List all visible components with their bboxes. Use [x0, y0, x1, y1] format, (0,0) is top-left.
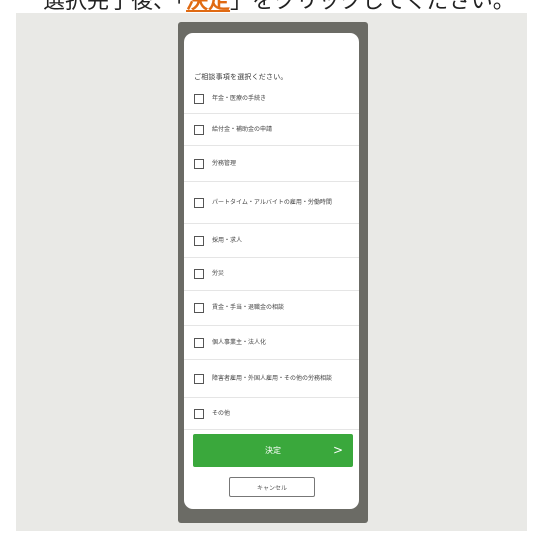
option-label: 労務管理 — [212, 159, 237, 167]
instruction-after: 」をクリックしてください。 — [230, 0, 515, 14]
checkbox[interactable] — [194, 373, 204, 384]
option-item-3[interactable]: 労務管理 — [184, 146, 359, 182]
checkbox[interactable] — [194, 197, 204, 208]
checkbox[interactable] — [194, 269, 204, 279]
checkbox[interactable] — [194, 337, 204, 348]
options-list: 年金・医療の手続き 給付金・補助金の申請 労務管理 パートタイム・アルバイトの雇… — [184, 85, 359, 430]
option-label: その他 — [212, 409, 231, 417]
checkbox[interactable] — [194, 235, 204, 246]
instruction-highlight: 決定 — [186, 0, 231, 14]
cancel-button[interactable]: キャンセル — [229, 477, 315, 497]
cancel-button-label: キャンセル — [256, 484, 287, 492]
option-item-6[interactable]: 労災 — [184, 258, 359, 291]
decide-button-label: 決定 — [265, 446, 281, 455]
form-prompt: ご相談事項を選択ください。 — [194, 73, 288, 81]
option-item-2[interactable]: 給付金・補助金の申請 — [184, 114, 359, 146]
instruction-text: 選択完了後、「決定」をクリックしてください。 — [43, 0, 515, 14]
option-label: 賃金・手当・退職金の相談 — [212, 304, 285, 311]
page: 選択完了後、「決定」をクリックしてください。 ご相談事項を選択ください。 年金・… — [0, 0, 541, 533]
option-label: 個人事業主・法人化 — [212, 338, 267, 346]
checkbox[interactable] — [194, 158, 204, 169]
decide-button[interactable]: 決定 > — [193, 434, 353, 467]
option-label: 年金・医療の手続き — [212, 95, 267, 102]
option-label: 採用・求人 — [212, 236, 243, 244]
option-item-9[interactable]: 障害者雇用・外国人雇用・その他の労務相談 — [184, 360, 359, 398]
phone-frame: ご相談事項を選択ください。 年金・医療の手続き 給付金・補助金の申請 労務管理 … — [178, 22, 368, 523]
option-item-8[interactable]: 個人事業主・法人化 — [184, 326, 359, 360]
option-item-5[interactable]: 採用・求人 — [184, 224, 359, 258]
option-item-1[interactable]: 年金・医療の手続き — [184, 85, 359, 114]
checkbox[interactable] — [194, 303, 204, 313]
option-item-4[interactable]: パートタイム・アルバイトの雇用・労働時間 — [184, 182, 359, 224]
option-item-7[interactable]: 賃金・手当・退職金の相談 — [184, 291, 359, 326]
option-item-10[interactable]: その他 — [184, 398, 359, 430]
option-label: パートタイム・アルバイトの雇用・労働時間 — [212, 198, 332, 206]
option-label: 給付金・補助金の申請 — [212, 125, 273, 133]
checkbox[interactable] — [194, 124, 204, 135]
checkbox[interactable] — [194, 408, 204, 419]
checkbox[interactable] — [194, 94, 204, 104]
chevron-right-icon: > — [332, 443, 343, 457]
option-label: 障害者雇用・外国人雇用・その他の労務相談 — [212, 374, 333, 382]
option-label: 労災 — [212, 270, 225, 277]
phone-screen: ご相談事項を選択ください。 年金・医療の手続き 給付金・補助金の申請 労務管理 … — [184, 33, 359, 509]
instruction-before: 選択完了後、「 — [43, 0, 187, 14]
